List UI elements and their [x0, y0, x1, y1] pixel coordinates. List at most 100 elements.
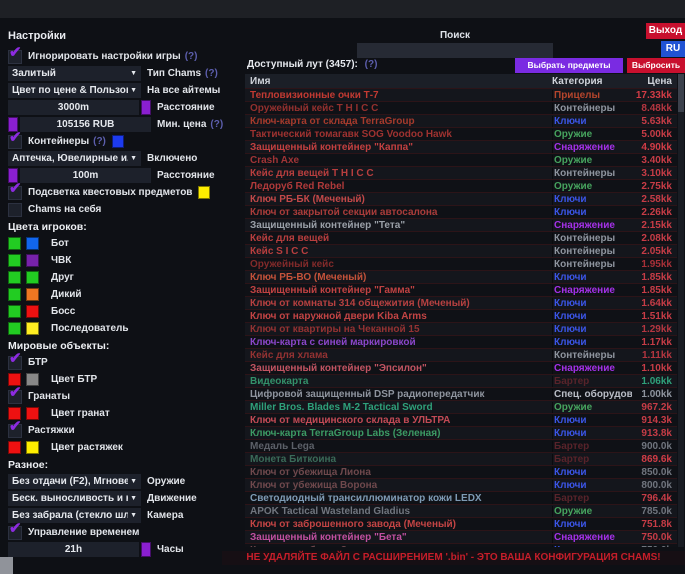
color-swatch[interactable]: [8, 271, 21, 284]
color-swatch[interactable]: [8, 441, 21, 454]
dropdown[interactable]: Без забрала (стекло шлема)▼: [8, 508, 141, 523]
table-row[interactable]: Оружейный кейс T H I C CКонтейнеры8.48kk: [245, 101, 677, 114]
table-row[interactable]: Кейс для вещей T H I C CКонтейнеры3.10kk: [245, 166, 677, 179]
checkbox[interactable]: [8, 135, 22, 149]
item-name: Защищенный контейнер "Гамма": [245, 285, 552, 296]
column-header-name[interactable]: Имя: [245, 76, 552, 87]
dropdown[interactable]: Без отдачи (F2), Мгновенное п▼: [8, 474, 141, 489]
color-swatch[interactable]: [26, 305, 39, 318]
dropdown[interactable]: Беск. выносливость и нет уста▼: [8, 491, 141, 506]
section-title: Мировые объекты:: [8, 337, 244, 354]
table-row[interactable]: Ключ от убежища ВоронаКлючи800.0k: [245, 478, 677, 491]
color-swatch[interactable]: [26, 254, 39, 267]
table-row[interactable]: Ключ от медицинского склада в УЛЬТРАКлюч…: [245, 413, 677, 426]
table-row[interactable]: Ключ РБ-ВО (Меченый)Ключи1.85kk: [245, 270, 677, 283]
table-row[interactable]: Кейс S I C CКонтейнеры2.05kk: [245, 244, 677, 257]
scrollbar-thumb[interactable]: [678, 74, 684, 112]
color-swatch[interactable]: [26, 441, 39, 454]
checkbox[interactable]: [8, 526, 22, 540]
color-swatch[interactable]: [26, 373, 39, 386]
table-row[interactable]: Тепловизионные очки Т-7Прицелы17.33kk: [245, 88, 677, 101]
table-row[interactable]: Ключ от квартиры на Чеканной 15Ключи1.29…: [245, 322, 677, 335]
color-swatch[interactable]: [8, 237, 21, 250]
text-input[interactable]: 100m: [20, 168, 151, 183]
checkbox[interactable]: [8, 203, 22, 217]
item-name: Miller Bros. Blades M-2 Tactical Sword: [245, 402, 552, 413]
discard-all-button[interactable]: Выбросить все: [627, 58, 685, 73]
table-row[interactable]: Защищенный контейнер "Гамма"Снаряжение1.…: [245, 283, 677, 296]
table-row[interactable]: Ключ от заброшенного завода (Меченый)Клю…: [245, 517, 677, 530]
table-row[interactable]: Цифровой защищенный DSP радиопередатчикС…: [245, 387, 677, 400]
table-row[interactable]: Ключ РБ-БК (Меченый)Ключи2.58kk: [245, 192, 677, 205]
color-swatch[interactable]: [26, 288, 39, 301]
search-input[interactable]: [357, 43, 553, 58]
dropdown[interactable]: Цвет по цене & Пользователь▼: [8, 83, 141, 98]
color-swatch[interactable]: [8, 305, 21, 318]
column-header-category[interactable]: Категория: [552, 76, 632, 87]
item-price: 869.6k: [632, 454, 677, 465]
table-row[interactable]: Ключ от наружной двери Kiba ArmsКлючи1.5…: [245, 309, 677, 322]
item-price: 967.2k: [632, 402, 677, 413]
color-swatch[interactable]: [198, 186, 210, 199]
table-row[interactable]: APOK Tactical Wasteland GladiusОружие785…: [245, 504, 677, 517]
table-row[interactable]: Защищенный контейнер "Бета"Снаряжение750…: [245, 530, 677, 543]
checkbox[interactable]: [8, 50, 22, 64]
item-category: Ключи: [552, 545, 632, 548]
dropdown-value: Беск. выносливость и нет уста: [12, 493, 128, 504]
settings-row: Управление временем: [8, 524, 244, 541]
exit-button[interactable]: Выход: [646, 23, 685, 39]
color-swatch[interactable]: [112, 135, 124, 148]
select-kappa-items-button[interactable]: Выбрать предметы каппа: [515, 58, 623, 73]
table-row[interactable]: Кейс для хламаКонтейнеры1.11kk: [245, 348, 677, 361]
table-row[interactable]: Кейс для вещейКонтейнеры2.08kk: [245, 231, 677, 244]
table-row[interactable]: Защищенный контейнер "Тета"Снаряжение2.1…: [245, 218, 677, 231]
text-input[interactable]: 105156 RUB: [20, 117, 151, 132]
table-row[interactable]: Защищенный контейнер "Каппа"Снаряжение4.…: [245, 140, 677, 153]
table-scrollbar[interactable]: [678, 74, 684, 547]
color-swatch[interactable]: [8, 288, 21, 301]
table-row[interactable]: Ключ от закрытой секции автосалонаКлючи2…: [245, 205, 677, 218]
table-row[interactable]: Ключ-карта банка ЗКлючи750.0k: [245, 543, 677, 547]
settings-row: Цвет по цене & Пользователь▼На все айтем…: [8, 82, 244, 99]
table-row[interactable]: Ледоруб Red RebelОружие2.75kk: [245, 179, 677, 192]
table-row[interactable]: Оружейный кейсКонтейнеры1.95kk: [245, 257, 677, 270]
checkbox[interactable]: [8, 356, 22, 370]
table-row[interactable]: Тактический томагавк SOG Voodoo HawkОруж…: [245, 127, 677, 140]
settings-row: Подсветка квестовых предметов: [8, 184, 244, 201]
chevron-down-icon: ▼: [130, 87, 137, 94]
item-category: Контейнеры: [552, 350, 632, 361]
text-input[interactable]: 21h: [8, 542, 139, 557]
table-row[interactable]: Crash AxeОружие3.40kk: [245, 153, 677, 166]
item-category: Ключи: [552, 298, 632, 309]
table-row[interactable]: Ключ-карта с синей маркировкойКлючи1.17k…: [245, 335, 677, 348]
dropdown[interactable]: Залитый▼: [8, 66, 141, 81]
table-row[interactable]: Защищенный контейнер "Эпсилон"Снаряжение…: [245, 361, 677, 374]
table-row[interactable]: Miller Bros. Blades M-2 Tactical SwordОр…: [245, 400, 677, 413]
table-row[interactable]: Ключ-карта TerraGroup Labs (Зеленая)Ключ…: [245, 426, 677, 439]
text-input[interactable]: 3000m: [8, 100, 139, 115]
color-swatch[interactable]: [8, 322, 21, 335]
table-row[interactable]: Медаль LegaБартер900.0k: [245, 439, 677, 452]
dropdown[interactable]: Аптечка, Ювелирные и...▼: [8, 151, 141, 166]
color-swatch[interactable]: [8, 254, 21, 267]
column-header-price[interactable]: Цена: [632, 76, 677, 87]
color-swatch[interactable]: [26, 271, 39, 284]
checkbox[interactable]: [8, 390, 22, 404]
color-swatch[interactable]: [26, 322, 39, 335]
color-swatch[interactable]: [141, 100, 151, 115]
item-category: Оружие: [552, 155, 632, 166]
table-row[interactable]: Ключ-карта от склада TerraGroupКлючи5.63…: [245, 114, 677, 127]
table-row[interactable]: Ключ от убежища ЛионаКлючи850.0k: [245, 465, 677, 478]
table-row[interactable]: Ключ от комнаты 314 общежития (Меченый)К…: [245, 296, 677, 309]
input-group: 105156 RUB: [8, 117, 151, 132]
checkbox[interactable]: [8, 186, 22, 200]
checkbox[interactable]: [8, 424, 22, 438]
settings-row: Гранаты: [8, 388, 244, 405]
table-row[interactable]: Светодиодный трансиллюминатор кожи LEDXБ…: [245, 491, 677, 504]
table-row[interactable]: ВидеокартаБартер1.06kk: [245, 374, 677, 387]
language-button[interactable]: RU: [661, 41, 685, 57]
table-row[interactable]: Монета БиткоинаБартер869.6k: [245, 452, 677, 465]
color-swatch[interactable]: [26, 407, 39, 420]
color-swatch[interactable]: [26, 237, 39, 250]
color-swatch[interactable]: [141, 542, 151, 557]
